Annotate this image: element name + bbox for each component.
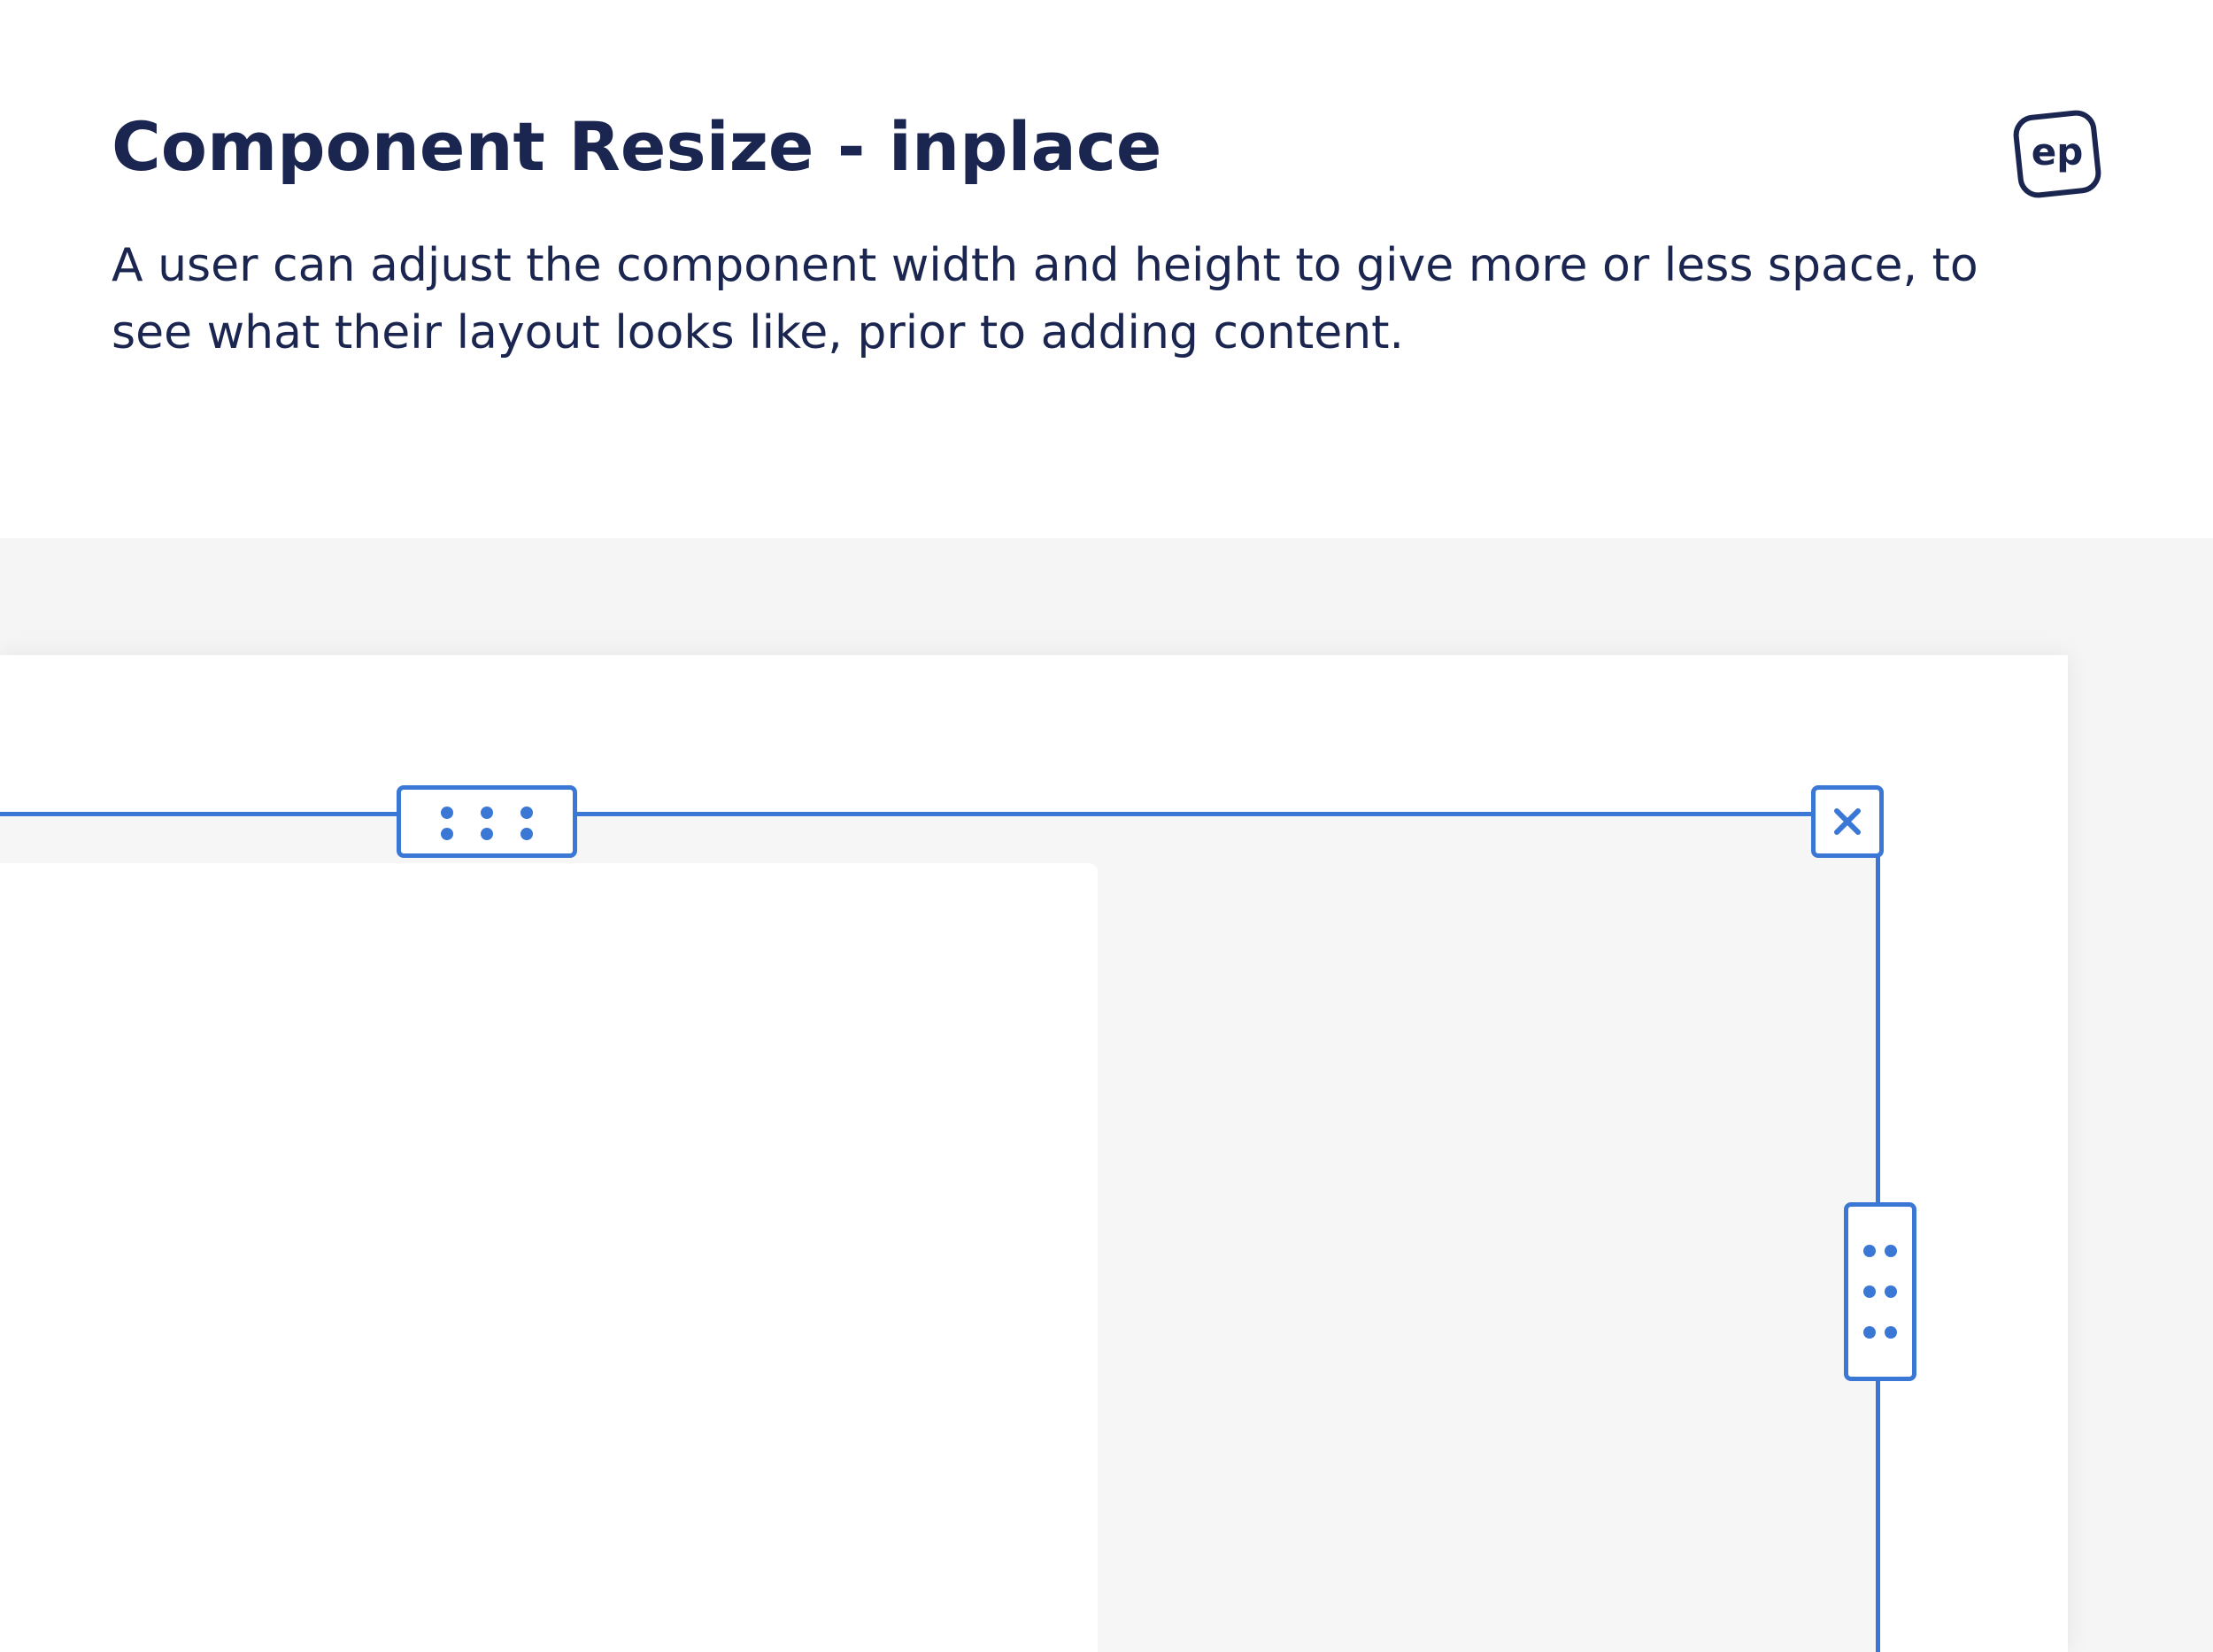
close-button[interactable]: [1811, 785, 1884, 858]
page-description: A user can adjust the component width an…: [112, 239, 1978, 359]
drag-dots-horizontal-icon: [441, 807, 533, 840]
side-resize-handle[interactable]: [1844, 1202, 1916, 1381]
ep-logo-text: ep: [2032, 130, 2084, 174]
content-placeholder: [0, 863, 1098, 1652]
page-title: Component Resize - inplace: [112, 107, 1162, 186]
ep-logo-icon: ep: [2013, 110, 2101, 198]
close-icon: [1834, 808, 1861, 835]
page: Component Resize - inplace A user can ad…: [0, 0, 2213, 1652]
ep-logo: ep: [2009, 104, 2107, 202]
drag-dots-vertical-icon: [1863, 1245, 1897, 1339]
top-resize-handle[interactable]: [397, 785, 577, 858]
